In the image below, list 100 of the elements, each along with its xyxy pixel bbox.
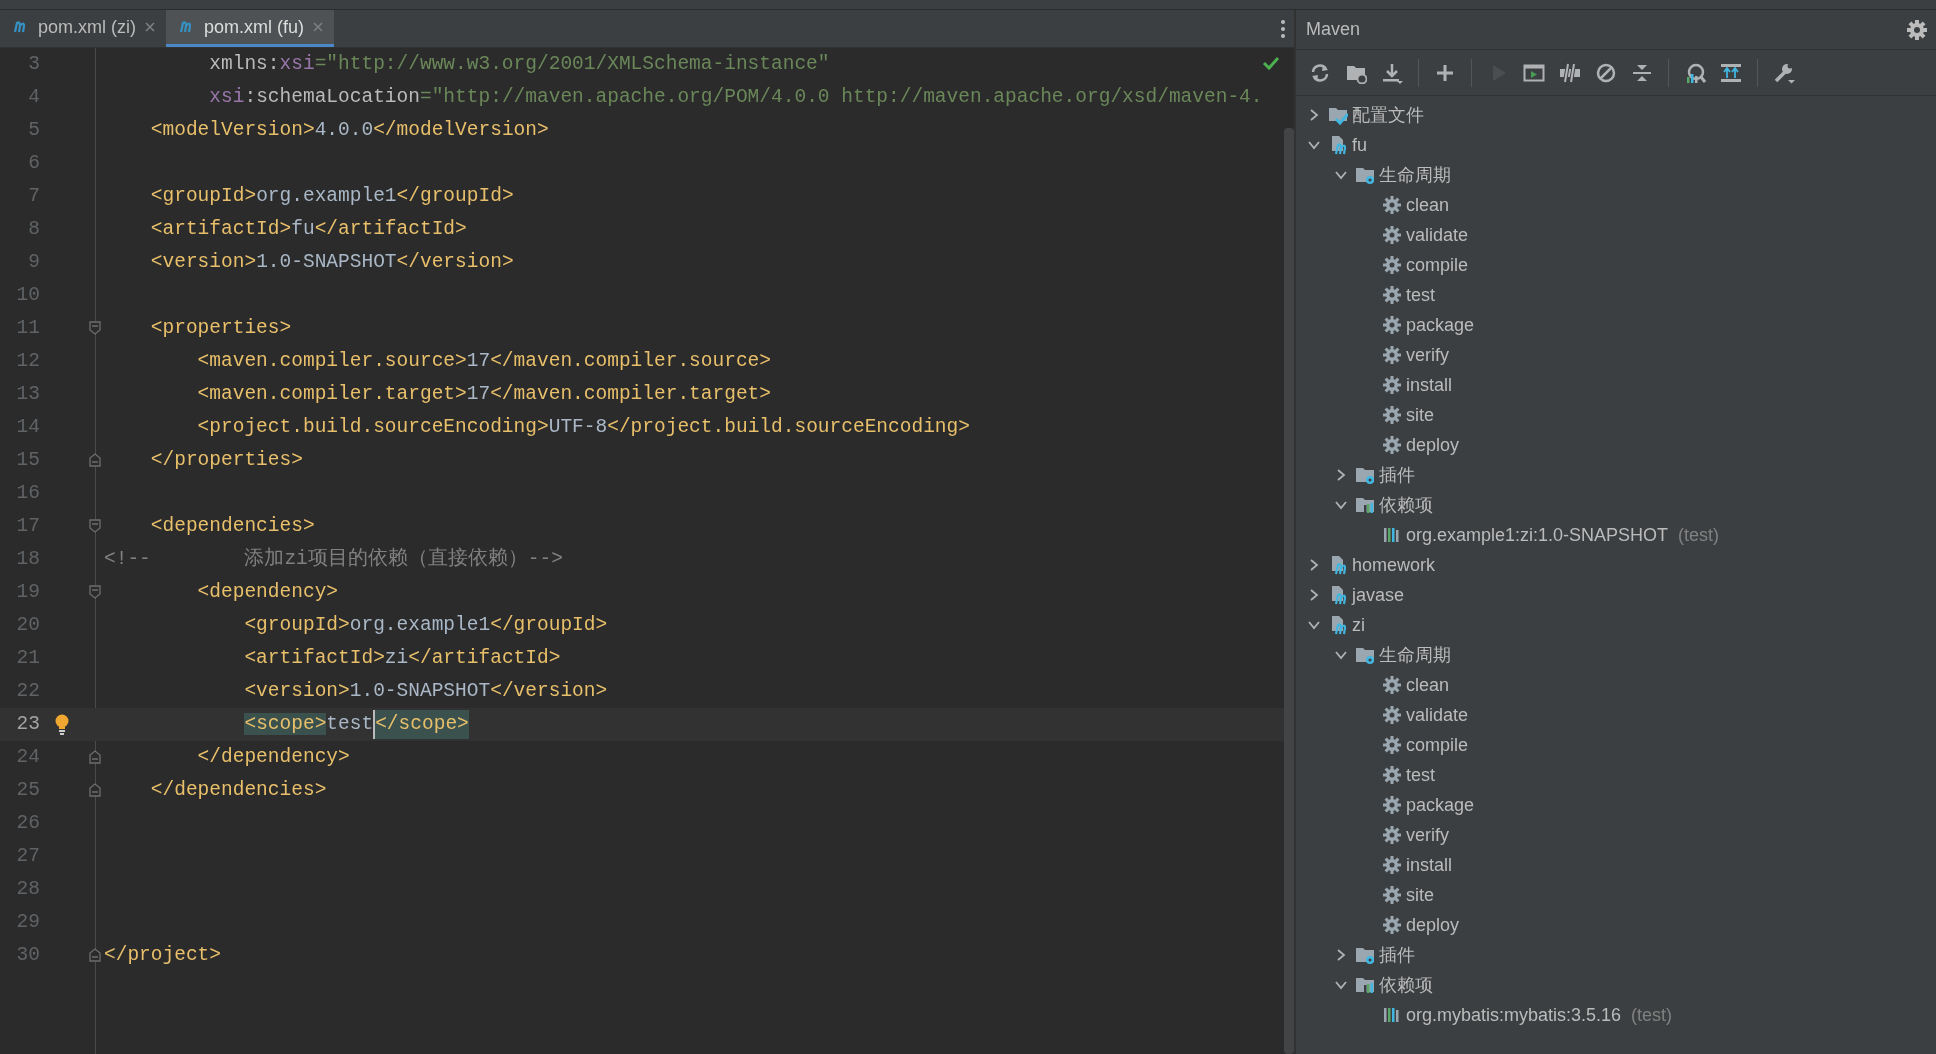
tree-item[interactable]: test bbox=[1296, 760, 1441, 790]
code-token: ="http://maven.apache.org/POM/4.0.0 http://maven.apache.org/xsd/maven-4. bbox=[419, 84, 1263, 110]
tree-item[interactable]: site bbox=[1296, 400, 1440, 430]
code-token: <groupId> bbox=[243, 612, 350, 638]
tree-item[interactable]: clean bbox=[1296, 670, 1456, 700]
toggle-offline-icon bbox=[1559, 61, 1581, 84]
fold-marker-icon[interactable] bbox=[89, 783, 101, 797]
tree-item[interactable]: deploy bbox=[1296, 910, 1466, 940]
tree-item[interactable]: compile bbox=[1296, 250, 1475, 280]
line-number: 26 bbox=[15, 810, 40, 836]
fold-marker-icon[interactable] bbox=[89, 948, 101, 962]
folder-gear-icon bbox=[1355, 645, 1375, 665]
tree-item[interactable]: 依赖项 bbox=[1296, 970, 1439, 1000]
line-number: 21 bbox=[15, 645, 40, 671]
code-token: fu bbox=[291, 216, 315, 242]
code-token: </scope> bbox=[375, 709, 469, 740]
tree-item[interactable]: deploy bbox=[1296, 430, 1466, 460]
tree-item[interactable]: javase bbox=[1296, 580, 1411, 610]
tree-item[interactable]: homework bbox=[1296, 550, 1442, 580]
gear-icon bbox=[1382, 885, 1402, 905]
code-token: </properties> bbox=[149, 447, 303, 473]
code-token: 1.0-SNAPSHOT bbox=[256, 249, 397, 275]
tree-item[interactable]: 插件 bbox=[1296, 940, 1421, 970]
tree-item[interactable]: validate bbox=[1296, 700, 1475, 730]
gear-icon bbox=[1382, 765, 1402, 785]
tree-item[interactable]: test bbox=[1296, 280, 1441, 310]
code-token: xmlns: bbox=[208, 51, 280, 77]
code-token: xsi bbox=[208, 84, 245, 110]
code-token: 1.0-SNAPSHOT bbox=[349, 678, 491, 704]
line-number: 9 bbox=[27, 249, 40, 275]
gear-icon bbox=[1382, 225, 1402, 245]
line-number: 27 bbox=[15, 843, 40, 869]
tree-item[interactable]: org.mybatis:mybatis:3.5.16 (test) bbox=[1296, 1000, 1679, 1030]
code-token: </dependency> bbox=[196, 744, 350, 770]
tree-item[interactable]: validate bbox=[1296, 220, 1475, 250]
tree-item[interactable]: org.example1:zi:1.0-SNAPSHOT (test) bbox=[1296, 520, 1726, 550]
code-token: 17 bbox=[466, 348, 491, 374]
analyze-icon bbox=[1684, 61, 1706, 84]
editor-tab[interactable]: pom.xml (fu) bbox=[166, 10, 334, 47]
code-token: <project.build.sourceEncoding> bbox=[196, 414, 549, 440]
code-token: </modelVersion> bbox=[373, 117, 549, 143]
gear-icon bbox=[1382, 435, 1402, 455]
tree-item[interactable]: site bbox=[1296, 880, 1440, 910]
tree-item[interactable]: package bbox=[1296, 310, 1481, 340]
line-number: 15 bbox=[15, 447, 40, 473]
wrench-icon bbox=[1773, 61, 1795, 84]
fold-marker-icon[interactable] bbox=[89, 321, 101, 335]
tree-item[interactable]: 依赖项 bbox=[1296, 490, 1439, 520]
code-token: </maven.compiler.target> bbox=[490, 381, 772, 407]
tree-item[interactable]: 配置文件 bbox=[1296, 100, 1430, 130]
gear-icon bbox=[1382, 315, 1402, 335]
fold-marker-icon[interactable] bbox=[89, 453, 101, 467]
gear-icon bbox=[1382, 255, 1402, 275]
tree-item[interactable]: zi bbox=[1296, 610, 1371, 640]
fold-marker-icon[interactable] bbox=[89, 585, 101, 599]
tree-item[interactable]: 生命周期 bbox=[1296, 160, 1457, 190]
tree-item[interactable]: verify bbox=[1296, 340, 1455, 370]
code-token: xsi bbox=[279, 51, 315, 77]
folder-check-icon bbox=[1328, 105, 1348, 125]
tree-item[interactable]: package bbox=[1296, 790, 1481, 820]
tree-item[interactable]: install bbox=[1296, 850, 1459, 880]
tree-item[interactable]: install bbox=[1296, 370, 1459, 400]
line-number: 20 bbox=[15, 612, 40, 638]
editor-tab[interactable]: pom.xml (zi) bbox=[0, 10, 166, 47]
show-dependencies-icon bbox=[1720, 61, 1742, 84]
line-number: 5 bbox=[27, 117, 40, 143]
code-token: :schemaLocation bbox=[244, 84, 420, 110]
tree-item[interactable]: clean bbox=[1296, 190, 1456, 220]
settings-icon[interactable] bbox=[1906, 18, 1928, 41]
tree-item[interactable]: 插件 bbox=[1296, 460, 1421, 490]
folder-gear-icon bbox=[1355, 165, 1375, 185]
code-token: </dependencies> bbox=[149, 777, 327, 803]
gear-icon bbox=[1382, 675, 1402, 695]
folder-chart-icon bbox=[1355, 975, 1375, 995]
close-icon[interactable] bbox=[144, 21, 156, 33]
line-number: 13 bbox=[15, 381, 40, 407]
fold-marker-icon[interactable] bbox=[89, 519, 101, 533]
code-token: </groupId> bbox=[490, 612, 608, 638]
tree-item[interactable]: 生命周期 bbox=[1296, 640, 1457, 670]
tree-item[interactable]: compile bbox=[1296, 730, 1475, 760]
folder-chart-icon bbox=[1355, 495, 1375, 515]
folder-gear-icon bbox=[1355, 945, 1375, 965]
tree-item[interactable]: fu bbox=[1296, 130, 1373, 160]
tree-item[interactable]: verify bbox=[1296, 820, 1455, 850]
fold-marker-icon[interactable] bbox=[89, 750, 101, 764]
gear-icon bbox=[1382, 915, 1402, 935]
code-token: <groupId> bbox=[149, 183, 257, 209]
code-token: 17 bbox=[466, 381, 491, 407]
bar-chart-icon bbox=[1382, 525, 1402, 545]
code-token: </version> bbox=[396, 249, 514, 275]
code-token: <!-- 添加zi项目的依赖（直接依赖）--> bbox=[104, 546, 563, 572]
code-token: <artifactId> bbox=[149, 216, 292, 242]
scrollbar-thumb[interactable] bbox=[1284, 128, 1294, 1054]
more-options-icon[interactable] bbox=[1280, 18, 1286, 39]
code-token: <properties> bbox=[149, 315, 292, 341]
lightbulb-icon[interactable] bbox=[54, 714, 70, 736]
code-token: <artifactId> bbox=[243, 645, 385, 671]
line-number: 17 bbox=[15, 513, 40, 539]
code-token: </project.build.sourceEncoding> bbox=[607, 414, 970, 440]
line-number: 14 bbox=[15, 414, 40, 440]
